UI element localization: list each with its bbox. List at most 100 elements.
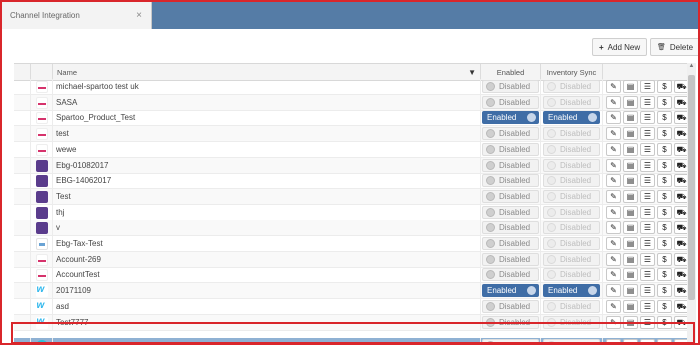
document-icon[interactable]: ▤ xyxy=(623,159,638,172)
edit-icon[interactable]: ✎ xyxy=(606,237,621,250)
inventory-sync-toggle[interactable]: Disabled xyxy=(543,300,600,313)
inventory-sync-toggle[interactable]: Disabled xyxy=(543,159,600,172)
name-cell[interactable]: Ebg-Tax-Test xyxy=(53,236,481,251)
name-cell[interactable]: EBG-14062017 xyxy=(53,173,481,188)
enabled-toggle[interactable]: Disabled xyxy=(482,268,539,281)
row-select[interactable] xyxy=(14,126,31,141)
document-icon[interactable]: ▤ xyxy=(623,237,638,250)
enabled-toggle[interactable]: Disabled xyxy=(482,174,539,187)
inventory-sync-toggle[interactable]: Disabled xyxy=(543,268,600,281)
document-icon[interactable]: ▤ xyxy=(623,268,638,281)
dollar-icon[interactable]: $ xyxy=(657,284,672,297)
row-select[interactable] xyxy=(14,110,31,125)
row-select[interactable] xyxy=(14,252,31,267)
name-cell[interactable]: Account-269 xyxy=(53,252,481,267)
list-icon[interactable]: ☰ xyxy=(640,127,655,140)
dollar-icon[interactable]: $ xyxy=(657,253,672,266)
table-row[interactable]: v Disabled Disabled ✎ ▤ ☰ $ ⛟ xyxy=(14,220,696,236)
dollar-icon[interactable]: $ xyxy=(657,237,672,250)
list-icon[interactable]: ☰ xyxy=(640,253,655,266)
table-row[interactable]: Account-269 Disabled Disabled ✎ ▤ ☰ $ ⛟ xyxy=(14,252,696,268)
list-icon[interactable]: ☰ xyxy=(640,268,655,281)
table-row[interactable]: 20171109 Enabled Enabled ✎▤☰$⛟ xyxy=(14,283,696,299)
edit-icon[interactable]: ✎ xyxy=(606,221,621,234)
row-select[interactable] xyxy=(14,283,31,298)
edit-icon[interactable]: ✎ xyxy=(606,111,621,124)
table-row[interactable]: Test Disabled Disabled ✎ ▤ ☰ $ ⛟ xyxy=(14,189,696,205)
document-icon[interactable]: ▤ xyxy=(623,174,638,187)
row-select[interactable] xyxy=(14,205,31,220)
inventory-sync-toggle[interactable]: Disabled xyxy=(543,127,600,140)
enabled-toggle[interactable]: Disabled xyxy=(482,80,539,93)
enabled-toggle[interactable]: Disabled xyxy=(482,206,539,219)
tab-channel-integration[interactable]: Channel Integration × xyxy=(2,2,152,29)
edit-icon[interactable]: ✎ xyxy=(606,174,621,187)
row-select[interactable] xyxy=(14,158,31,173)
list-icon[interactable]: ☰ xyxy=(640,190,655,203)
name-cell[interactable]: v xyxy=(53,220,481,235)
row-select[interactable] xyxy=(14,79,31,94)
document-icon[interactable]: ▤ xyxy=(623,253,638,266)
inventory-sync-toggle[interactable]: Disabled xyxy=(543,221,600,234)
edit-icon[interactable]: ✎ xyxy=(606,284,621,297)
document-icon[interactable]: ▤ xyxy=(623,96,638,109)
enabled-toggle[interactable]: Disabled xyxy=(482,143,539,156)
edit-icon[interactable]: ✎ xyxy=(606,253,621,266)
enabled-toggle[interactable]: Disabled xyxy=(482,300,539,313)
table-row[interactable]: michael-spartoo test uk Disabled Disabled ✎… xyxy=(14,79,696,95)
dollar-icon[interactable]: $ xyxy=(657,96,672,109)
edit-icon[interactable]: ✎ xyxy=(606,206,621,219)
dollar-icon[interactable]: $ xyxy=(657,174,672,187)
row-select[interactable] xyxy=(14,299,31,314)
row-select[interactable] xyxy=(14,189,31,204)
inventory-sync-toggle[interactable]: Enabled xyxy=(543,111,600,124)
dollar-icon[interactable]: $ xyxy=(657,206,672,219)
list-icon[interactable]: ☰ xyxy=(640,284,655,297)
table-row[interactable]: Ebg-01082017 Disabled Disabled ✎ ▤ ☰ $ ⛟ xyxy=(14,158,696,174)
enabled-toggle[interactable]: Disabled xyxy=(482,237,539,250)
edit-icon[interactable]: ✎ xyxy=(606,190,621,203)
list-icon[interactable]: ☰ xyxy=(640,111,655,124)
inventory-sync-toggle[interactable]: Disabled xyxy=(543,96,600,109)
dollar-icon[interactable]: $ xyxy=(657,159,672,172)
name-cell[interactable]: test xyxy=(53,126,481,141)
document-icon[interactable]: ▤ xyxy=(623,143,638,156)
dollar-icon[interactable]: $ xyxy=(657,221,672,234)
inventory-sync-toggle[interactable]: Disabled xyxy=(543,190,600,203)
document-icon[interactable]: ▤ xyxy=(623,221,638,234)
table-row[interactable]: asd Disabled Disabled ✎▤☰$⛟ xyxy=(14,299,696,315)
enabled-toggle[interactable]: Disabled xyxy=(482,190,539,203)
list-icon[interactable]: ☰ xyxy=(640,300,655,313)
row-select[interactable] xyxy=(14,236,31,251)
table-row[interactable]: thj Disabled Disabled ✎ ▤ ☰ $ ⛟ xyxy=(14,205,696,221)
name-cell[interactable]: wewe xyxy=(53,142,481,157)
inventory-sync-toggle[interactable]: Disabled xyxy=(543,253,600,266)
row-select[interactable] xyxy=(14,95,31,110)
name-cell[interactable]: Spartoo_Product_Test xyxy=(53,110,481,125)
name-cell[interactable]: Ebg-01082017 xyxy=(53,158,481,173)
enabled-toggle[interactable]: Enabled xyxy=(482,111,539,124)
inventory-sync-toggle[interactable]: Disabled xyxy=(543,143,600,156)
list-icon[interactable]: ☰ xyxy=(640,143,655,156)
vertical-scrollbar[interactable]: ▲ xyxy=(687,63,696,343)
list-icon[interactable]: ☰ xyxy=(640,96,655,109)
dollar-icon[interactable]: $ xyxy=(657,190,672,203)
edit-icon[interactable]: ✎ xyxy=(606,268,621,281)
row-select[interactable] xyxy=(14,220,31,235)
dollar-icon[interactable]: $ xyxy=(657,268,672,281)
filter-icon[interactable]: ▼ xyxy=(468,68,476,77)
edit-icon[interactable]: ✎ xyxy=(606,80,621,93)
enabled-toggle[interactable]: Enabled xyxy=(482,284,539,297)
document-icon[interactable]: ▤ xyxy=(623,300,638,313)
close-icon[interactable]: × xyxy=(136,10,142,21)
inventory-sync-toggle[interactable]: Enabled xyxy=(543,284,600,297)
name-cell[interactable]: 20171109 xyxy=(53,283,481,298)
document-icon[interactable]: ▤ xyxy=(623,206,638,219)
delete-button[interactable]: 🗑 Delete xyxy=(650,38,698,56)
dollar-icon[interactable]: $ xyxy=(657,80,672,93)
name-cell[interactable]: thj xyxy=(53,205,481,220)
row-select[interactable] xyxy=(14,173,31,188)
inventory-sync-toggle[interactable]: Disabled xyxy=(543,237,600,250)
edit-icon[interactable]: ✎ xyxy=(606,300,621,313)
table-row[interactable]: AccountTest Disabled Disabled ✎ ▤ ☰ $ ⛟ xyxy=(14,267,696,283)
